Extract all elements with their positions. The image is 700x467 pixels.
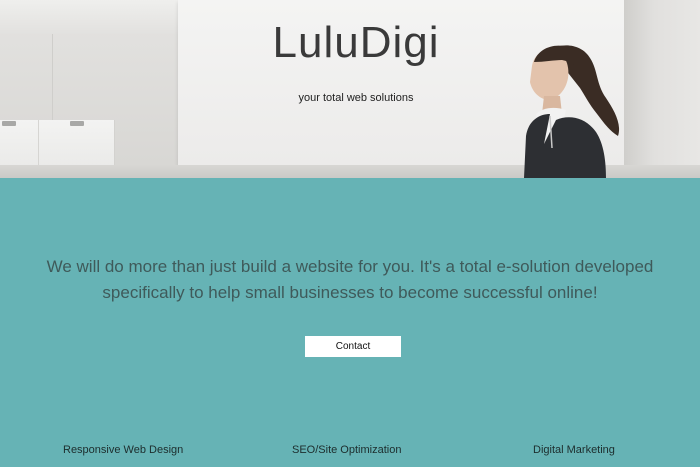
hero-background-right-wall	[624, 0, 700, 178]
page: LuluDigi your total web solutions We wil…	[0, 0, 700, 467]
pitch-text: We will do more than just build a websit…	[20, 254, 680, 306]
hero-flipchart-clip	[70, 121, 84, 126]
services-row: Responsive Web Design SEO/Site Optimizat…	[0, 444, 700, 462]
brand-title: LuluDigi	[272, 18, 440, 67]
service-digital-marketing[interactable]: Digital Marketing	[533, 444, 615, 456]
hero-background-ceiling	[0, 0, 180, 34]
hero-flipchart-clip	[2, 121, 16, 126]
pitch-line-1: We will do more than just build a websit…	[46, 257, 654, 276]
pitch-line-2: specifically to help small businesses to…	[102, 283, 598, 302]
contact-button[interactable]: Contact	[305, 336, 401, 357]
hero-banner: LuluDigi your total web solutions	[0, 0, 700, 178]
service-seo-site-optimization[interactable]: SEO/Site Optimization	[292, 444, 401, 456]
presenter-photo	[524, 45, 620, 178]
brand-tagline: your total web solutions	[298, 92, 414, 104]
service-responsive-web-design[interactable]: Responsive Web Design	[63, 444, 183, 456]
